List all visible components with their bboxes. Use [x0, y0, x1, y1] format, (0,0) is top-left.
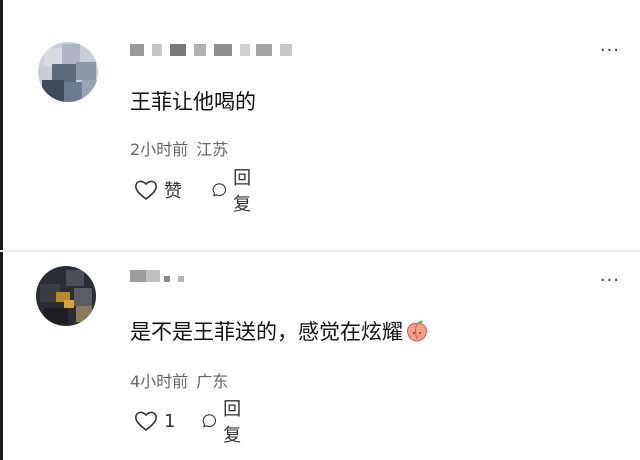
- peach-emoji-icon: [407, 320, 427, 342]
- comment-meta: 2小时前 江苏: [130, 136, 228, 160]
- speech-bubble-icon: [212, 183, 227, 197]
- heart-outline-icon: [135, 411, 157, 431]
- username-blurred[interactable]: [130, 44, 310, 56]
- speech-bubble-icon: [202, 414, 217, 428]
- reply-button[interactable]: 回复: [212, 168, 258, 215]
- like-button[interactable]: 赞: [134, 176, 182, 204]
- heart-outline-icon: [135, 180, 157, 200]
- comment-time: 4小时前: [130, 372, 189, 391]
- reply-label: 回复: [223, 399, 242, 446]
- like-count: 1: [164, 410, 176, 432]
- like-button[interactable]: 1: [134, 407, 175, 435]
- comment-time: 2小时前: [130, 140, 189, 159]
- avatar[interactable]: [38, 42, 98, 102]
- comment-location: 广东: [196, 372, 229, 391]
- comment-text: 王菲让他喝的: [130, 90, 256, 114]
- reply-button[interactable]: 回复: [202, 399, 248, 446]
- comment-text-body: 是不是王菲送的，感觉在炫耀: [130, 320, 403, 344]
- like-label: 赞: [164, 181, 182, 202]
- comment-text: 是不是王菲送的，感觉在炫耀: [130, 316, 429, 346]
- avatar[interactable]: [36, 266, 96, 326]
- username-blurred[interactable]: [130, 270, 190, 282]
- comment-location: 江苏: [196, 140, 229, 159]
- comment-item: ··· 王菲让他喝的 2小时前 江苏 赞 回复: [0, 0, 640, 250]
- comment-meta: 4小时前 广东: [130, 368, 228, 392]
- more-options-icon[interactable]: ···: [600, 40, 620, 61]
- reply-label: 回复: [233, 168, 252, 215]
- comment-item: ··· 是不是王菲送的，感觉在炫耀 4小时前 广东 1 回复: [0, 252, 640, 460]
- more-options-icon[interactable]: ···: [600, 270, 620, 291]
